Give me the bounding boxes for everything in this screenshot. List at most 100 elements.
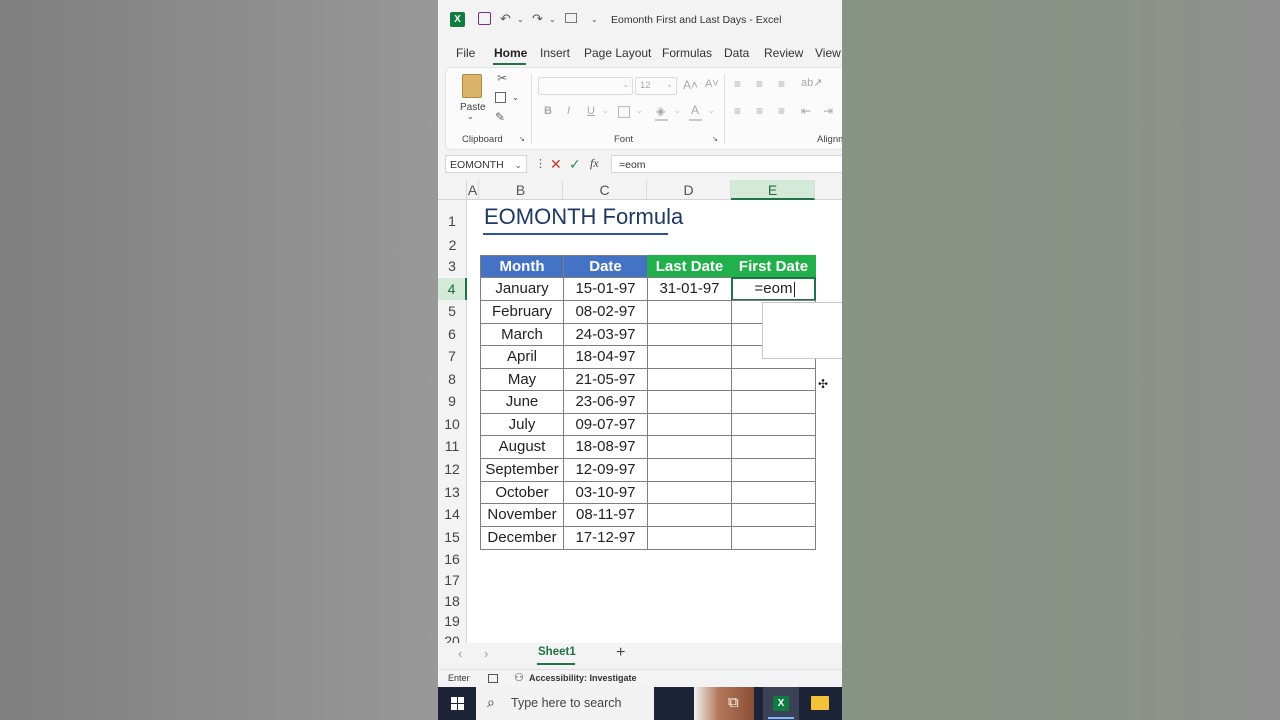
table-cell[interactable]: 08-11-97 [563, 503, 648, 527]
table-cell[interactable]: September [480, 458, 564, 482]
fill-color-icon[interactable]: ◈ [656, 104, 665, 118]
table-cell[interactable] [647, 503, 732, 527]
column-header-d[interactable]: D [647, 180, 731, 200]
table-header-first-date[interactable]: First Date [731, 255, 816, 278]
table-cell[interactable]: June [480, 390, 564, 414]
table-cell[interactable]: 31-01-97 [647, 277, 732, 301]
table-cell[interactable]: 24-03-97 [563, 323, 648, 346]
paste-icon[interactable] [462, 74, 482, 98]
table-cell[interactable]: 21-05-97 [563, 368, 648, 391]
tab-file[interactable]: File [456, 46, 475, 60]
row-header[interactable]: 9 [438, 390, 467, 413]
cut-icon[interactable]: ✂ [497, 71, 507, 85]
taskbar-excel-button[interactable]: X [763, 687, 799, 720]
table-cell[interactable]: March [480, 323, 564, 346]
tab-insert[interactable]: Insert [540, 46, 570, 60]
dialog-launcher-icon[interactable]: ↘ [712, 135, 718, 143]
file-explorer-icon[interactable] [811, 696, 829, 710]
taskbar-search-box[interactable]: ⌕ Type here to search [476, 687, 754, 720]
enter-icon[interactable]: ✓ [569, 156, 581, 173]
row-header[interactable]: 15 [438, 526, 467, 549]
table-cell[interactable]: 18-04-97 [563, 345, 648, 369]
touch-mode-icon[interactable] [565, 13, 577, 23]
increase-font-icon[interactable]: A˄ [683, 78, 698, 92]
increase-indent-icon[interactable]: ⇥ [823, 104, 833, 118]
font-size-select[interactable]: 12 ⌄ [635, 77, 677, 95]
sheet-title[interactable]: EOMONTH Formula [484, 204, 683, 230]
chevron-down-icon[interactable]: ⌄ [517, 15, 524, 24]
row-header[interactable]: 7 [438, 345, 467, 368]
align-right-icon[interactable]: ≡ [778, 104, 785, 118]
table-cell[interactable]: February [480, 300, 564, 324]
more-icon[interactable]: ⋮ [535, 157, 546, 170]
row-header[interactable]: 17 [438, 570, 467, 591]
chevron-down-icon[interactable]: ⌄ [514, 156, 522, 174]
chevron-down-icon[interactable]: ⌄ [602, 106, 609, 115]
undo-icon[interactable]: ↶ [500, 11, 511, 27]
function-autocomplete-popup[interactable] [762, 302, 842, 359]
row-header[interactable]: 18 [438, 591, 467, 611]
row-header[interactable]: 19 [438, 611, 467, 632]
table-cell[interactable]: 09-07-97 [563, 413, 648, 436]
select-all-button[interactable] [438, 180, 467, 200]
table-cell[interactable]: November [480, 503, 564, 527]
row-header[interactable]: 3 [438, 255, 467, 277]
table-cell[interactable] [731, 413, 816, 436]
table-cell[interactable]: 12-09-97 [563, 458, 648, 482]
copy-icon[interactable] [495, 92, 506, 103]
tab-page-layout[interactable]: Page Layout [584, 46, 651, 60]
orientation-icon[interactable]: ab↗ [801, 76, 822, 89]
name-box[interactable]: EOMONTH ⌄ [445, 155, 527, 173]
row-header[interactable]: 6 [438, 323, 467, 345]
table-cell[interactable] [647, 481, 732, 504]
table-cell[interactable]: 17-12-97 [563, 526, 648, 550]
underline-button[interactable]: U [587, 105, 595, 117]
row-header[interactable]: 8 [438, 368, 467, 390]
column-header-b[interactable]: B [479, 180, 563, 200]
table-cell[interactable]: 23-06-97 [563, 390, 648, 414]
chevron-down-icon[interactable]: ⌄ [708, 106, 715, 115]
table-cell[interactable] [647, 526, 732, 550]
table-cell[interactable] [647, 368, 732, 391]
worksheet-grid[interactable]: A B C D E 1 2 3 4 5 6 7 8 9 10 11 12 13 … [438, 180, 842, 643]
decrease-font-icon[interactable]: A˅ [705, 78, 719, 90]
dialog-launcher-icon[interactable]: ↘ [519, 135, 525, 143]
tab-data[interactable]: Data [724, 46, 749, 60]
insert-function-button[interactable]: fx [590, 156, 599, 171]
accessibility-status[interactable]: Accessibility: Investigate [529, 673, 637, 683]
table-cell[interactable] [647, 435, 732, 459]
table-cell[interactable]: 18-08-97 [563, 435, 648, 459]
table-cell[interactable] [731, 503, 816, 527]
chevron-down-icon[interactable]: ⌄ [549, 15, 556, 24]
table-header-date[interactable]: Date [563, 255, 648, 278]
redo-icon[interactable]: ↷ [532, 11, 543, 27]
macro-record-icon[interactable] [488, 674, 498, 683]
align-bottom-icon[interactable]: ≡ [778, 77, 785, 91]
column-header-f[interactable] [815, 180, 842, 200]
font-name-select[interactable]: ⌄ [538, 77, 633, 95]
tab-view[interactable]: View [815, 46, 841, 60]
row-header[interactable]: 2 [438, 235, 467, 255]
chevron-down-icon[interactable]: ⌄ [467, 112, 474, 121]
table-cell[interactable]: 08-02-97 [563, 300, 648, 324]
chevron-down-icon[interactable]: ⌄ [512, 93, 519, 102]
format-painter-icon[interactable]: ✎ [495, 110, 505, 124]
row-header[interactable]: 14 [438, 503, 467, 526]
customize-toolbar-icon[interactable]: ⌄ [591, 15, 598, 24]
row-header[interactable]: 13 [438, 481, 467, 503]
chevron-down-icon[interactable]: ⌄ [636, 106, 643, 115]
table-cell[interactable]: October [480, 481, 564, 504]
column-header-a[interactable]: A [467, 180, 479, 200]
font-color-icon[interactable]: A [691, 103, 699, 117]
sheet-tab-sheet1[interactable]: Sheet1 [538, 646, 576, 658]
decrease-indent-icon[interactable]: ⇤ [801, 104, 811, 118]
column-header-e[interactable]: E [731, 180, 815, 200]
table-cell[interactable]: December [480, 526, 564, 550]
table-cell[interactable]: August [480, 435, 564, 459]
task-view-icon[interactable]: ⧉ [728, 694, 739, 711]
align-left-icon[interactable]: ≡ [734, 104, 741, 118]
add-sheet-button[interactable]: + [616, 644, 625, 662]
cancel-icon[interactable]: ✕ [550, 156, 562, 173]
table-cell[interactable]: April [480, 345, 564, 369]
bold-button[interactable]: B [544, 105, 552, 117]
